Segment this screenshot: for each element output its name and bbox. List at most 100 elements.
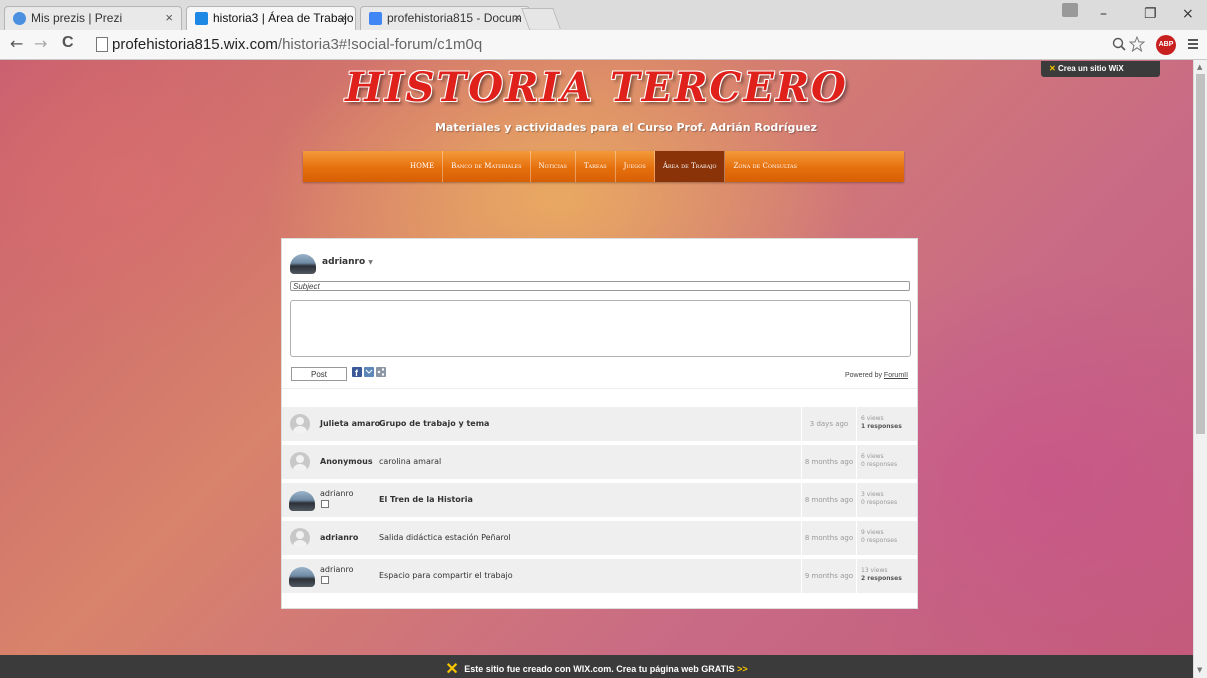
facebook-icon[interactable]: f <box>352 367 362 377</box>
profile-icon[interactable] <box>1062 3 1078 17</box>
post-stats: 3 views 0 responses <box>861 491 897 507</box>
subject-input[interactable]: Subject <box>290 281 910 291</box>
post-author[interactable]: Anonymous <box>320 457 373 466</box>
browser-toolbar: ← → C profehistoria815.wix.com/historia3… <box>0 30 1207 60</box>
avatar <box>289 491 315 511</box>
post-date: 8 months ago <box>801 521 857 555</box>
post-responses: 1 responses <box>861 423 902 430</box>
post-responses: 0 responses <box>861 537 898 544</box>
minimize-button[interactable]: – <box>1100 6 1107 22</box>
post-stats: 6 views 0 responses <box>861 453 897 469</box>
avatar <box>289 567 315 587</box>
menu-item-noticias[interactable]: Noticias <box>531 151 576 182</box>
tab-title: profehistoria815 - Docum <box>387 11 522 25</box>
page-icon <box>96 37 108 52</box>
window-close-button[interactable]: × <box>1182 6 1194 22</box>
close-icon[interactable]: × <box>513 10 521 25</box>
browser-tab-strip: Mis prezis | Prezi × historia3 | Área de… <box>0 0 1207 30</box>
post-views: 3 views <box>861 491 884 498</box>
dropdown-arrow-icon[interactable]: ▼ <box>368 259 373 266</box>
url-text[interactable]: profehistoria815.wix.com/historia3#!soci… <box>112 36 482 53</box>
share-icon[interactable] <box>376 367 386 377</box>
scroll-thumb[interactable] <box>1196 74 1205 434</box>
post-date: 9 months ago <box>801 559 857 593</box>
post-date: 8 months ago <box>801 483 857 517</box>
avatar <box>290 254 316 274</box>
post-title[interactable]: El Tren de la Historia <box>379 495 473 504</box>
post-stats: 6 views 1 responses <box>861 415 902 431</box>
post-author[interactable]: Julieta amaro <box>320 419 380 428</box>
scroll-down-icon[interactable]: ▼ <box>1197 666 1202 674</box>
menu-item-juegos[interactable]: Juegos <box>616 151 655 182</box>
powered-by: Powered by ForumII <box>845 372 909 379</box>
tab-title: historia3 | Área de Trabajo <box>213 11 354 25</box>
site-subtitle: Materiales y actividades para el Curso P… <box>434 121 818 134</box>
post-title[interactable]: Espacio para compartir el trabajo <box>379 571 513 580</box>
composer-username[interactable]: adrianro ▼ <box>322 257 373 267</box>
tab-title: Mis prezis | Prezi <box>31 11 123 25</box>
wix-logo-icon: ✕ <box>445 661 459 678</box>
reload-button[interactable]: C <box>62 34 74 52</box>
page-viewport: ✕ Crea un sitio WiX HISTORIA TERCERO Mat… <box>0 60 1193 678</box>
close-icon[interactable]: × <box>165 10 173 25</box>
menu-item-tareas[interactable]: Tareas <box>576 151 616 182</box>
post-responses: 0 responses <box>861 499 898 506</box>
adblock-plus-icon[interactable]: ABP <box>1156 35 1176 55</box>
post-stats: 13 views 2 responses <box>861 567 902 583</box>
post-title[interactable]: Grupo de trabajo y tema <box>379 419 489 428</box>
table-row[interactable]: Julieta amaro Grupo de trabajo y tema 3 … <box>282 407 917 441</box>
maximize-button[interactable]: ❐ <box>1144 6 1157 22</box>
divider <box>282 388 917 389</box>
back-button[interactable]: ← <box>10 34 23 53</box>
tab-prezi[interactable]: Mis prezis | Prezi × <box>4 6 182 30</box>
post-button[interactable]: Post <box>291 367 347 381</box>
menu-item-zona-de-consultas[interactable]: Zona de Consultas <box>725 151 805 182</box>
star-icon[interactable] <box>1129 36 1145 52</box>
anonymous-avatar-icon <box>290 528 310 548</box>
post-date: 3 days ago <box>801 407 857 441</box>
scroll-up-icon[interactable]: ▲ <box>1197 63 1202 71</box>
post-author[interactable]: adrianro <box>320 489 353 498</box>
table-row[interactable]: Anonymous carolina amaral 8 months ago 6… <box>282 445 917 479</box>
site-title: HISTORIA TERCERO <box>345 64 848 111</box>
forward-button[interactable]: → <box>34 34 47 53</box>
table-row[interactable]: adrianro Salida didáctica estación Peñar… <box>282 521 917 555</box>
post-views: 6 views <box>861 453 884 460</box>
new-tab-button[interactable] <box>521 8 561 29</box>
tab-historia3[interactable]: historia3 | Área de Trabajo × <box>186 6 356 30</box>
post-author[interactable]: adrianro <box>320 565 353 574</box>
prezi-favicon-icon <box>13 12 26 25</box>
tab-docs[interactable]: profehistoria815 - Docum × <box>360 6 530 30</box>
post-author[interactable]: adrianro <box>320 533 358 542</box>
address-bar[interactable]: profehistoria815.wix.com/historia3#!soci… <box>88 34 1106 56</box>
menu-icon[interactable] <box>1187 38 1199 50</box>
docs-favicon-icon <box>369 12 382 25</box>
post-views: 9 views <box>861 529 884 536</box>
forum-widget: adrianro ▼ Subject Post f Powered by For… <box>281 238 918 609</box>
post-stats: 9 views 0 responses <box>861 529 897 545</box>
wix-favicon-icon <box>195 12 208 25</box>
post-title[interactable]: carolina amaral <box>379 457 441 466</box>
zoom-icon[interactable] <box>1112 37 1126 51</box>
forumii-link[interactable]: ForumII <box>884 372 908 379</box>
twitter-icon[interactable] <box>364 367 374 377</box>
post-title[interactable]: Salida didáctica estación Peñarol <box>379 533 511 542</box>
anonymous-avatar-icon <box>290 414 310 434</box>
close-icon[interactable]: × <box>339 10 347 25</box>
post-views: 6 views <box>861 415 884 422</box>
main-menu: HOME Banco de Materiales Noticias Tareas… <box>303 151 904 182</box>
table-row[interactable]: adrianro Espacio para compartir el traba… <box>282 559 917 593</box>
post-views: 13 views <box>861 567 888 574</box>
user-badge-icon <box>321 500 329 508</box>
menu-item-banco[interactable]: Banco de Materiales <box>443 151 531 182</box>
menu-item-area-de-trabajo[interactable]: Área de Trabajo <box>654 151 726 182</box>
post-date: 8 months ago <box>801 445 857 479</box>
user-badge-icon <box>321 576 329 584</box>
anonymous-avatar-icon <box>290 452 310 472</box>
menu-item-home[interactable]: HOME <box>402 151 444 182</box>
message-textarea[interactable] <box>290 300 911 357</box>
wix-footer-banner[interactable]: ✕ Este sitio fue creado con WIX.com. Cre… <box>0 655 1193 678</box>
page-scrollbar[interactable]: ▲ ▼ <box>1193 60 1207 678</box>
table-row[interactable]: adrianro El Tren de la Historia 8 months… <box>282 483 917 517</box>
post-responses: 2 responses <box>861 575 902 582</box>
